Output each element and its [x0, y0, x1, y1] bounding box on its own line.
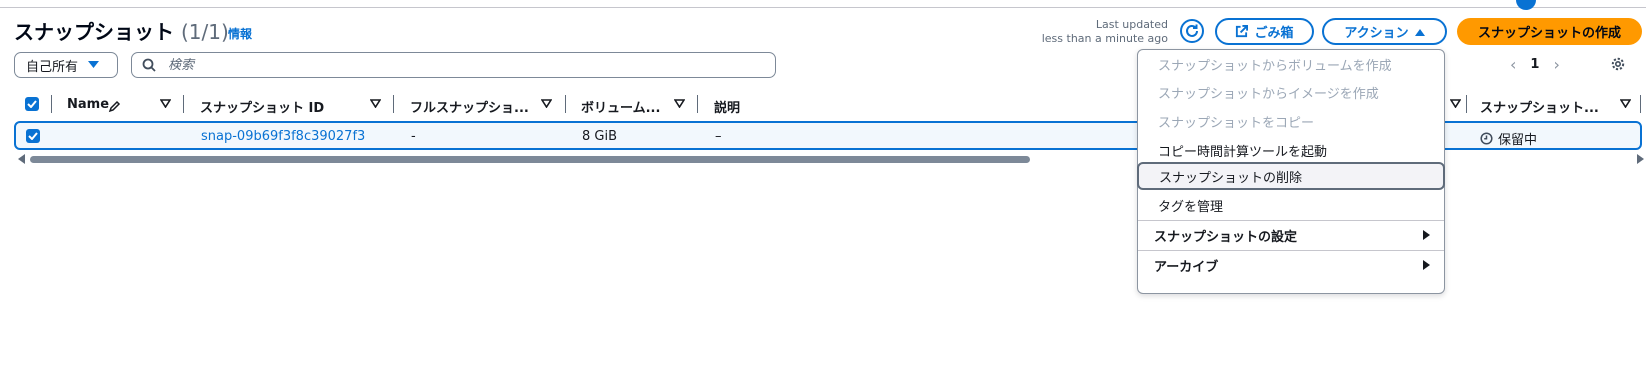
recycle-bin-label: ごみ箱	[1254, 26, 1294, 41]
column-header-name[interactable]: Name	[67, 97, 109, 112]
info-link[interactable]: 情報	[228, 25, 252, 42]
refresh-icon	[1186, 24, 1198, 37]
actions-dropdown-menu: スナップショットからボリュームを作成 スナップショットからイメージを作成 スナッ…	[1137, 49, 1445, 294]
owner-filter-select[interactable]: 自己所有	[14, 52, 118, 78]
menu-group-label: スナップショットの設定	[1154, 229, 1298, 245]
sort-icon[interactable]	[674, 99, 685, 108]
external-link-icon	[1236, 25, 1249, 38]
cell-description: –	[715, 129, 722, 144]
last-updated-label: Last updated	[1095, 18, 1168, 31]
chevron-right-icon[interactable]: ›	[1553, 55, 1559, 74]
chevron-left-icon[interactable]: ‹	[1510, 55, 1516, 74]
column-divider	[697, 95, 698, 113]
cell-status: 保留中	[1480, 129, 1537, 148]
search-input[interactable]	[166, 56, 730, 74]
search-box	[131, 52, 776, 78]
menu-group-snapshot-settings[interactable]: スナップショットの設定	[1138, 221, 1444, 249]
column-header-description[interactable]: 説明	[714, 97, 740, 116]
owner-filter-value: 自己所有	[26, 59, 79, 75]
status-text: 保留中	[1498, 133, 1538, 148]
actions-button[interactable]: アクション	[1322, 18, 1447, 45]
last-updated: Last updated less than a minute ago	[1030, 18, 1168, 46]
column-divider	[393, 95, 394, 113]
sort-icon[interactable]	[160, 99, 171, 108]
column-name-label: Name	[67, 97, 110, 112]
menu-item-manage-tags[interactable]: タグを管理	[1138, 191, 1444, 219]
column-divider	[1466, 95, 1467, 113]
scrollbar-thumb[interactable]	[30, 156, 1030, 163]
title-count: (1/1)	[180, 20, 229, 44]
caret-right-icon	[1423, 230, 1430, 240]
user-avatar[interactable]	[1516, 0, 1536, 10]
clock-icon	[1480, 132, 1493, 145]
column-header-snapshot-id[interactable]: スナップショット ID	[200, 97, 324, 116]
sort-icon[interactable]	[1450, 99, 1461, 108]
caret-right-icon	[1423, 260, 1430, 270]
pencil-icon	[108, 100, 121, 113]
last-updated-time: less than a minute ago	[1041, 32, 1168, 45]
search-icon	[142, 58, 156, 72]
column-divider	[183, 95, 184, 113]
caret-up-icon	[1414, 28, 1425, 36]
title-text: スナップショット	[14, 20, 174, 44]
menu-group-label: アーカイブ	[1154, 259, 1219, 275]
page-number[interactable]: 1	[1530, 57, 1539, 72]
sort-icon[interactable]	[1620, 99, 1631, 108]
select-all-checkbox[interactable]	[25, 97, 39, 111]
scroll-right-icon[interactable]	[1636, 154, 1644, 164]
menu-group-archive[interactable]: アーカイブ	[1138, 251, 1444, 279]
column-header-status[interactable]: スナップショット...	[1480, 97, 1599, 116]
menu-item-create-image[interactable]: スナップショットからイメージを作成	[1138, 78, 1444, 106]
caret-down-icon	[88, 61, 100, 68]
menu-item-copy-time-calculator[interactable]: コピー時間計算ツールを起動	[1138, 136, 1444, 164]
menu-item-delete-snapshot[interactable]: スナップショットの削除	[1137, 162, 1445, 190]
cell-volume: 8 GiB	[582, 129, 618, 144]
column-header-full-snapshot[interactable]: フルスナップショ...	[410, 97, 529, 116]
sort-icon[interactable]	[541, 99, 552, 108]
settings-icon[interactable]	[1610, 56, 1626, 72]
column-divider	[51, 95, 52, 113]
column-divider	[1640, 95, 1641, 113]
menu-item-copy-snapshot[interactable]: スナップショットをコピー	[1138, 107, 1444, 135]
scroll-left-icon[interactable]	[18, 154, 26, 164]
sort-icon[interactable]	[370, 99, 381, 108]
page-title: スナップショット (1/1)	[14, 16, 229, 45]
column-header-volume[interactable]: ボリューム...	[581, 97, 660, 116]
create-snapshot-button[interactable]: スナップショットの作成	[1457, 18, 1642, 45]
pagination: ‹ 1 ›	[1510, 55, 1560, 74]
cell-full-snapshot: -	[411, 129, 416, 144]
column-divider	[565, 95, 566, 113]
row-checkbox[interactable]	[26, 129, 40, 143]
menu-item-create-volume[interactable]: スナップショットからボリュームを作成	[1138, 50, 1444, 78]
top-bar-divider	[0, 0, 1646, 8]
actions-label: アクション	[1344, 26, 1409, 41]
recycle-bin-button[interactable]: ごみ箱	[1215, 18, 1314, 45]
snapshot-id-link[interactable]: snap-09b69f3f8c39027f3	[201, 129, 365, 144]
refresh-button[interactable]	[1180, 19, 1204, 43]
